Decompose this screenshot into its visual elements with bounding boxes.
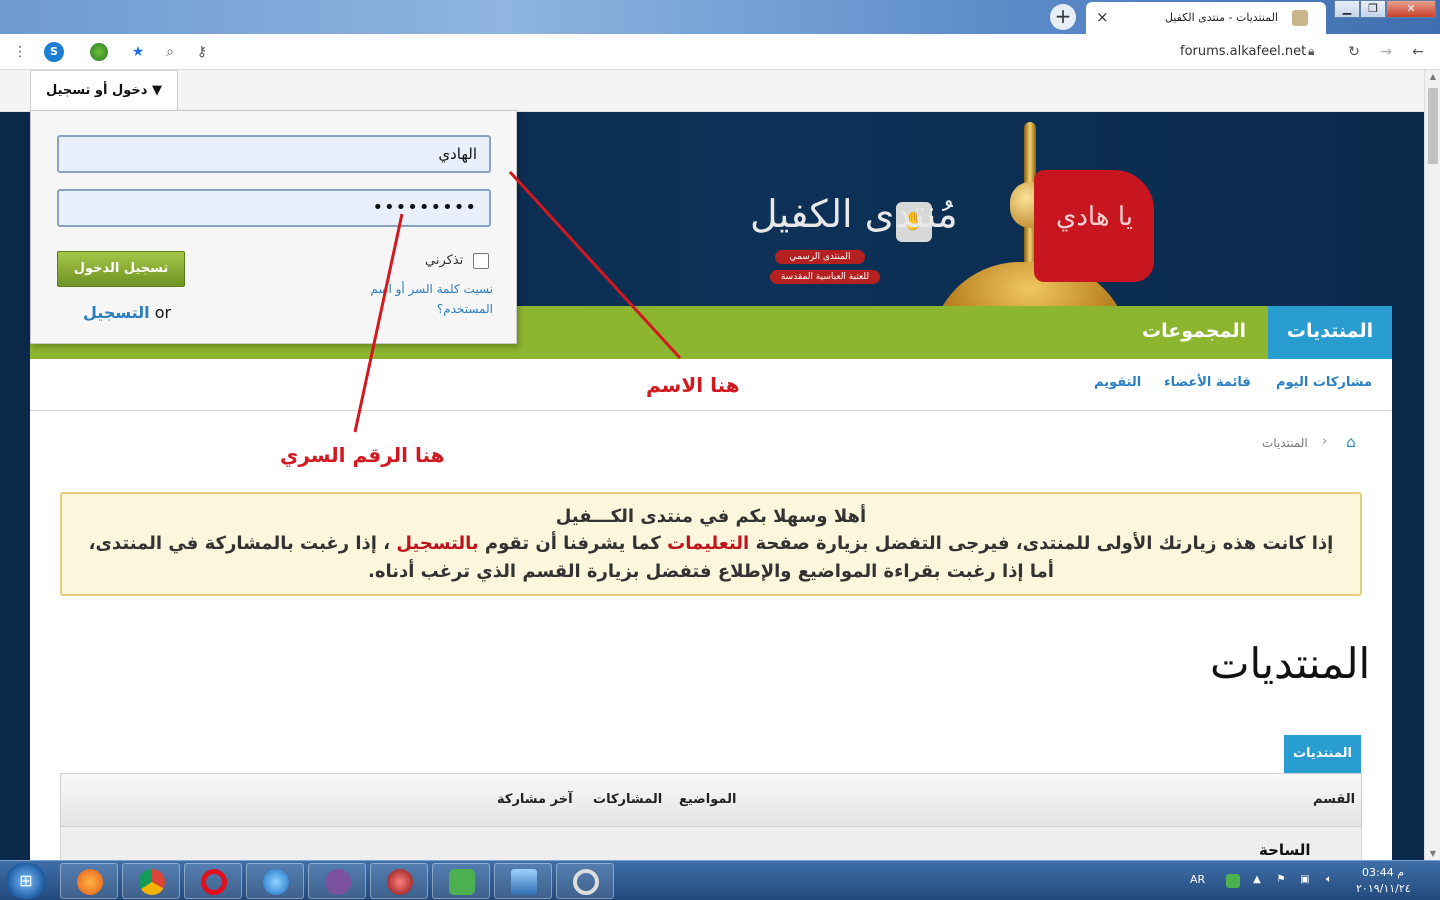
star-icon[interactable]: ★ xyxy=(128,42,148,62)
logo-subtitle-1: المنتدى الرسمي xyxy=(775,250,865,264)
chrome-icon xyxy=(139,869,165,895)
notice-body: إذا كانت هذه زيارتك الأولى للمنتدى، فيرج… xyxy=(84,530,1338,586)
favicon-icon xyxy=(1292,10,1308,26)
language-indicator[interactable]: AR xyxy=(1190,873,1205,886)
notice-text-2: كما يشرفنا أن تقوم xyxy=(478,533,668,554)
top-strip: ▼ دخول أو تسجيل xyxy=(0,70,1424,112)
clock-date[interactable]: ٢٠١٩/١١/٢٤ xyxy=(1356,882,1411,895)
tray-volume-icon[interactable]: 🔈︎ xyxy=(1322,874,1336,888)
taskbar-opera[interactable] xyxy=(184,863,242,899)
scroll-thumb[interactable] xyxy=(1428,88,1438,164)
firefox-icon xyxy=(77,869,103,895)
col-topics: المواضيع xyxy=(679,792,737,807)
login-dropdown: الهادي ••••••••• تسجيل الدخول تذكرني نسي… xyxy=(30,110,517,344)
new-tab-button[interactable]: + xyxy=(1050,4,1076,30)
ie-icon xyxy=(263,869,289,895)
windows-taskbar: ⊞ AR ▲ ⚑ ▣ 🔈︎ 03:44 م ٢٠١٩/١١/٢٤ xyxy=(0,860,1440,900)
taskbar-chrome[interactable] xyxy=(122,863,180,899)
login-toggle-button[interactable]: ▼ دخول أو تسجيل xyxy=(30,70,178,112)
extension-globe-icon[interactable] xyxy=(90,43,108,61)
reload-icon[interactable]: ↻ xyxy=(1344,42,1364,62)
menu-icon[interactable]: ⋮ xyxy=(10,42,30,62)
taskbar-media[interactable] xyxy=(370,863,428,899)
faq-link[interactable]: التعليمات xyxy=(667,533,749,554)
tab-close-icon[interactable]: × xyxy=(1096,8,1109,26)
logo-subtitle-2: للعتبة العباسية المقدسة xyxy=(770,270,880,284)
subnav-todays-posts[interactable]: مشاركات اليوم xyxy=(1276,375,1372,390)
content-area: مشاركات اليوم قائمة الأعضاء التقويم ⌂ › … xyxy=(30,359,1392,860)
register-link[interactable]: التسجيل xyxy=(83,303,150,322)
tray-flag-icon[interactable]: ⚑ xyxy=(1274,874,1288,888)
search-tool-icon xyxy=(573,869,599,895)
taskbar-wifi[interactable] xyxy=(432,863,490,899)
browser-tab[interactable]: × المنتديات - منتدى الكفيل xyxy=(1086,2,1326,34)
url-input[interactable]: forums.alkafeel.net xyxy=(1180,44,1306,59)
taskbar-viber[interactable] xyxy=(308,863,366,899)
password-field[interactable]: ••••••••• xyxy=(57,189,491,227)
page-title: المنتديات xyxy=(1210,639,1371,688)
breadcrumb-current: المنتديات xyxy=(1262,436,1308,450)
taskbar-photos[interactable] xyxy=(494,863,552,899)
clock-time[interactable]: 03:44 م xyxy=(1362,866,1404,879)
taskbar-ie[interactable] xyxy=(246,863,304,899)
subnav-calendar[interactable]: التقويم xyxy=(1094,375,1141,390)
col-posts: المشاركات xyxy=(593,792,663,807)
subnav-member-list[interactable]: قائمة الأعضاء xyxy=(1164,375,1251,390)
home-icon[interactable]: ⌂ xyxy=(1340,433,1362,455)
taskbar-firefox[interactable] xyxy=(60,863,118,899)
remember-me-checkbox[interactable] xyxy=(473,253,489,269)
notice-title: أهلا وسهلا بكم في منتدى الكـــفيل xyxy=(555,506,867,527)
forum-table-header: القسم المواضيع المشاركات آخر مشاركة xyxy=(60,773,1362,827)
zoom-icon[interactable]: ⌕ xyxy=(160,42,180,62)
page-scrollbar[interactable]: ▲ ▼ xyxy=(1424,70,1440,860)
table-row[interactable]: الساحة الاسلامية xyxy=(60,827,1362,860)
scroll-down-icon[interactable]: ▼ xyxy=(1425,849,1440,858)
back-icon[interactable]: → xyxy=(1376,42,1396,62)
viber-icon xyxy=(325,869,351,895)
forum-section-title[interactable]: الساحة الاسلامية xyxy=(1259,841,1361,860)
lock-icon[interactable]: 🔒︎ xyxy=(1308,44,1314,59)
window-controls: ▁ ❐ ✕ xyxy=(1334,0,1440,20)
photo-icon xyxy=(511,869,537,895)
minimize-button[interactable]: ▁ xyxy=(1334,0,1360,18)
forgot-password-link[interactable]: نسيت كلمة السر أو اسم المستخدم؟ xyxy=(365,279,493,319)
forums-tab[interactable]: المنتديات xyxy=(1284,735,1361,773)
tab-forums[interactable]: المنتديات xyxy=(1268,306,1392,359)
tray-wifi-icon[interactable] xyxy=(1226,874,1240,888)
tab-groups[interactable]: المجموعات xyxy=(1126,306,1262,359)
register-link-notice[interactable]: بالتسجيل xyxy=(396,533,478,554)
tab-title: المنتديات - منتدى الكفيل xyxy=(1164,11,1278,24)
opera-icon xyxy=(201,869,227,895)
maximize-button[interactable]: ❐ xyxy=(1360,0,1386,18)
password-annotation: هنا الرقم السري xyxy=(280,443,445,467)
register-or-text: or xyxy=(154,303,172,322)
col-last-post: آخر مشاركة xyxy=(497,792,573,807)
forward-icon[interactable]: ← xyxy=(1408,42,1428,62)
address-bar: ⋮ S ★ ⌕ ⚷ forums.alkafeel.net 🔒︎ ↻ → ← xyxy=(0,34,1440,70)
extension-s-icon[interactable]: S xyxy=(44,42,64,62)
taskbar-search-tool[interactable] xyxy=(556,863,614,899)
browser-titlebar: + × المنتديات - منتدى الكفيل ▁ ❐ ✕ xyxy=(0,0,1440,34)
media-icon xyxy=(387,869,413,895)
site-logo[interactable]: مُنتدى الكفيل xyxy=(750,192,958,236)
tray-network-icon[interactable]: ▣ xyxy=(1298,874,1312,888)
remember-me-label: تذكرني xyxy=(425,253,464,268)
notice-text-1: إذا كانت هذه زيارتك الأولى للمنتدى، فيرج… xyxy=(749,533,1334,554)
window-close-button[interactable]: ✕ xyxy=(1386,0,1436,18)
register-line: التسجيل or xyxy=(83,303,171,322)
breadcrumb-separator: › xyxy=(1322,434,1328,449)
col-section: القسم xyxy=(1313,792,1356,807)
tray-up-arrow-icon[interactable]: ▲ xyxy=(1250,874,1264,888)
welcome-notice: أهلا وسهلا بكم في منتدى الكـــفيل إذا كا… xyxy=(60,492,1362,596)
scroll-up-icon[interactable]: ▲ xyxy=(1425,72,1440,81)
web-page: ▼ دخول أو تسجيل يا هادي ✋ مُنتدى الكفيل … xyxy=(0,70,1424,860)
start-button[interactable]: ⊞ xyxy=(6,863,46,899)
key-icon[interactable]: ⚷ xyxy=(192,42,212,62)
wifi-app-icon xyxy=(449,869,475,895)
username-field[interactable]: الهادي xyxy=(57,135,491,173)
login-button[interactable]: تسجيل الدخول xyxy=(57,251,185,287)
name-annotation: هنا الاسم xyxy=(646,373,740,397)
flag-text: يا هادي xyxy=(1056,202,1133,232)
